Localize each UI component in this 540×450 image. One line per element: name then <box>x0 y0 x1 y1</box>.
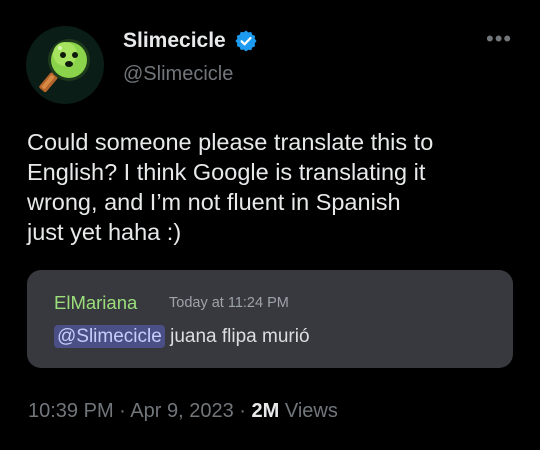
meta-separator: · <box>119 400 126 422</box>
meta-separator: · <box>239 400 246 422</box>
display-name-text: Slimecicle <box>123 29 226 52</box>
views-label: Views <box>284 400 338 422</box>
embed-message: @Slimecicle juana flipa murió <box>54 325 310 348</box>
embed-author: ElMariana <box>54 292 138 313</box>
embed-message-text: juana flipa murió <box>170 326 310 347</box>
tweet-meta: 10:39 PM · Apr 9, 2023 · 2M Views <box>28 400 338 423</box>
tweet-date[interactable]: Apr 9, 2023 <box>130 400 233 422</box>
tweet-text-line: English? I think Google is translating i… <box>27 159 426 185</box>
user-handle[interactable]: @Slimecicle <box>123 63 233 86</box>
embedded-image[interactable]: ElMariana Today at 11:24 PM @Slimecicle … <box>27 270 513 368</box>
tweet-text: Could someone please translate this to E… <box>27 127 517 247</box>
verified-badge-icon <box>235 30 257 52</box>
slime-avatar-icon <box>39 39 90 93</box>
views-count: 2M <box>251 400 280 422</box>
tweet-time[interactable]: 10:39 PM <box>28 400 114 422</box>
embed-timestamp: Today at 11:24 PM <box>169 295 289 311</box>
more-options-icon[interactable]: ••• <box>486 28 512 50</box>
display-name[interactable]: Slimecicle <box>123 29 258 53</box>
tweet-text-line: Could someone please translate this to <box>27 129 434 155</box>
embed-mention: @Slimecicle <box>54 325 165 348</box>
tweet-text-line: just yet haha :) <box>27 219 182 245</box>
avatar[interactable] <box>26 26 104 104</box>
tweet-text-line: wrong, and I’m not fluent in Spanish <box>27 189 401 215</box>
